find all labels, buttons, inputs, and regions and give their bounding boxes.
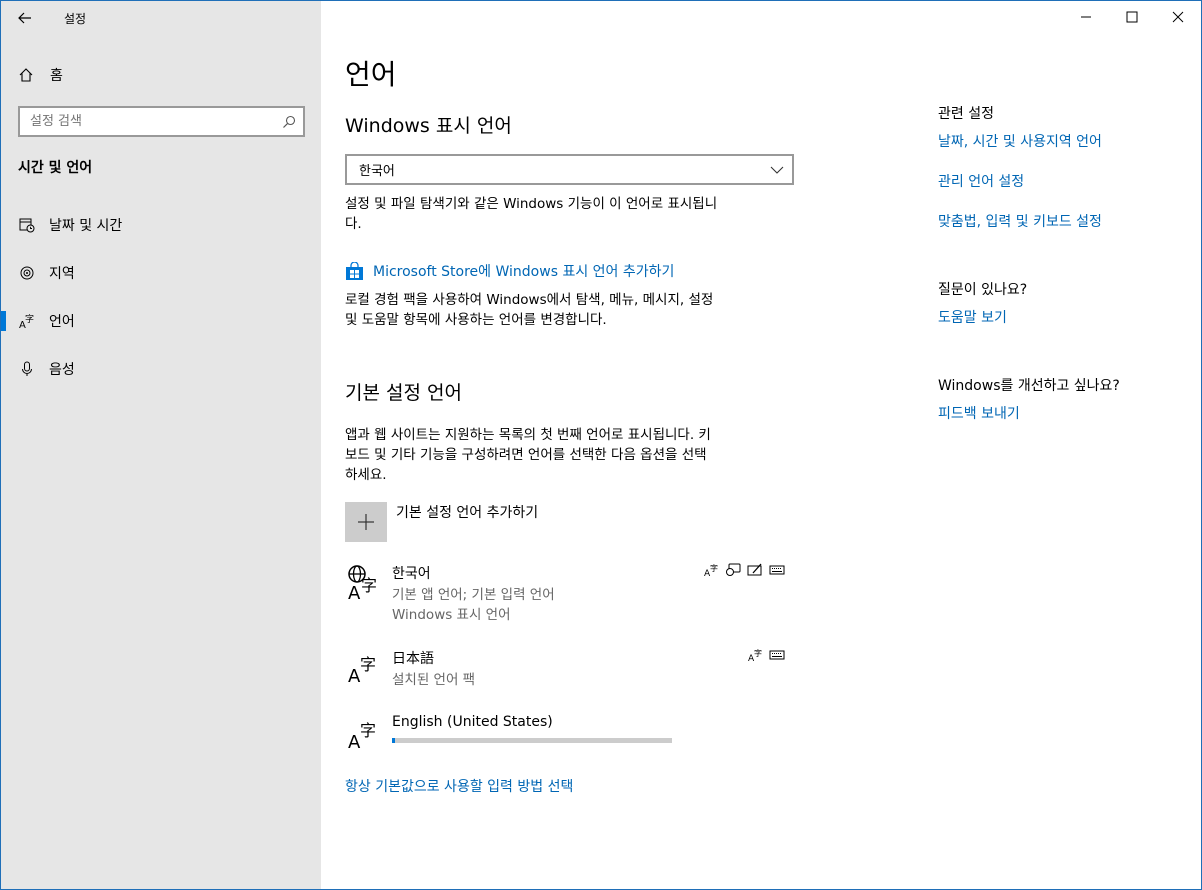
svg-text:字: 字 xyxy=(361,576,377,595)
plus-icon xyxy=(358,514,374,530)
keyboard-feature-icon xyxy=(769,650,785,660)
close-button[interactable] xyxy=(1155,1,1201,33)
sidebar: 설정 홈 시간 및 언어 날짜 및 시간 지역 A字 xyxy=(1,1,321,889)
maximize-icon xyxy=(1126,11,1138,23)
sidebar-item-label: 음성 xyxy=(49,362,75,378)
window-title: 설정 xyxy=(64,12,87,26)
settings-search-box[interactable] xyxy=(18,106,305,137)
language-name: 한국어 xyxy=(392,566,431,582)
globe-icon xyxy=(18,264,36,282)
calendar-clock-icon xyxy=(18,216,36,234)
svg-text:字: 字 xyxy=(754,648,762,658)
chevron-down-icon xyxy=(762,166,792,174)
language-item-japanese[interactable]: A 字 日本語 설치된 언어 팩 A字 xyxy=(345,648,785,692)
language-icon: A 字 xyxy=(348,721,376,752)
preferred-languages-description: 앱과 웹 사이트는 지원하는 목록의 첫 번째 언어로 표시됩니다. 키 보드 … xyxy=(345,427,711,483)
display-language-feature-icon: A字 xyxy=(748,648,762,662)
store-description: 로컬 경험 팩을 사용하여 Windows에서 탐색, 메뉴, 메시지, 설정 … xyxy=(345,292,714,328)
sidebar-section-title: 시간 및 언어 xyxy=(18,160,93,176)
svg-text:字: 字 xyxy=(360,655,376,674)
related-link-date-time-region[interactable]: 날짜, 시간 및 사용지역 언어 xyxy=(938,131,1102,151)
progress-fill xyxy=(392,738,395,743)
related-link-admin-language[interactable]: 관리 언어 설정 xyxy=(938,171,1024,191)
store-language-link[interactable]: Microsoft Store에 Windows 표시 언어 추가하기 xyxy=(345,261,674,281)
preferred-languages-heading: 기본 설정 언어 xyxy=(345,382,462,404)
home-nav-item[interactable]: 홈 xyxy=(18,63,63,87)
search-input[interactable] xyxy=(20,114,275,129)
store-link-label[interactable]: Microsoft Store에 Windows 표시 언어 추가하기 xyxy=(373,261,674,281)
page-title: 언어 xyxy=(345,58,397,91)
sidebar-item-label: 날짜 및 시간 xyxy=(49,218,123,234)
svg-text:字: 字 xyxy=(360,721,376,740)
microphone-icon xyxy=(18,360,36,378)
keyboard-feature-icon xyxy=(769,565,785,575)
svg-text:字: 字 xyxy=(710,563,718,573)
language-download-progress xyxy=(392,738,672,743)
minimize-icon xyxy=(1081,16,1091,18)
language-features: A字 xyxy=(748,648,785,662)
display-language-description: 설정 및 파일 탐색기와 같은 Windows 기능이 이 언어로 표시됩니 다… xyxy=(345,196,718,232)
minimize-button[interactable] xyxy=(1063,1,1109,33)
default-input-method-link[interactable]: 항상 기본값으로 사용할 입력 방법 선택 xyxy=(345,776,573,796)
get-help-link[interactable]: 도움말 보기 xyxy=(938,307,1007,327)
language-icon: A字 xyxy=(18,312,36,330)
language-item-english[interactable]: A 字 English (United States) xyxy=(345,714,785,754)
language-item-korean[interactable]: A 字 한국어 기본 앱 언어; 기본 입력 언어 Windows 표시 언어 … xyxy=(345,563,785,623)
dropdown-value: 한국어 xyxy=(359,164,395,179)
add-language-label[interactable]: 기본 설정 언어 추가하기 xyxy=(396,502,538,522)
language-status: 기본 앱 언어; 기본 입력 언어 xyxy=(392,587,555,603)
language-features: A字 xyxy=(704,563,785,577)
sidebar-item-region[interactable]: 지역 xyxy=(1,255,321,291)
display-language-feature-icon: A字 xyxy=(704,563,718,577)
back-arrow-icon xyxy=(18,12,31,24)
sidebar-item-label: 지역 xyxy=(49,266,75,282)
add-language-button[interactable] xyxy=(345,502,387,542)
back-button[interactable] xyxy=(11,5,39,31)
close-icon xyxy=(1172,11,1184,23)
related-settings-heading: 관련 설정 xyxy=(938,106,994,122)
svg-text:A: A xyxy=(348,583,361,601)
handwriting-feature-icon xyxy=(747,563,762,576)
language-status: 설치된 언어 팩 xyxy=(392,672,476,688)
home-icon xyxy=(19,68,33,82)
sidebar-item-speech[interactable]: 음성 xyxy=(1,351,321,387)
language-globe-icon: A 字 xyxy=(348,565,377,601)
language-status: Windows 표시 언어 xyxy=(392,607,511,623)
store-bag-icon xyxy=(346,261,363,280)
send-feedback-link[interactable]: 피드백 보내기 xyxy=(938,403,1020,423)
related-link-spelling-typing-keyboard[interactable]: 맞춤법, 입력 및 키보드 설정 xyxy=(938,211,1102,231)
question-heading: 질문이 있나요? xyxy=(938,282,1028,298)
display-language-heading: Windows 표시 언어 xyxy=(345,115,512,137)
improve-windows-heading: Windows를 개선하고 싶나요? xyxy=(938,378,1120,394)
maximize-button[interactable] xyxy=(1109,1,1155,33)
sidebar-item-label: 언어 xyxy=(49,314,75,330)
settings-window: 설정 홈 시간 및 언어 날짜 및 시간 지역 A字 xyxy=(0,0,1202,890)
display-language-dropdown[interactable]: 한국어 xyxy=(345,154,794,185)
home-label: 홈 xyxy=(50,68,63,84)
sidebar-item-date-time[interactable]: 날짜 및 시간 xyxy=(1,207,321,243)
sidebar-item-language[interactable]: A字 언어 xyxy=(1,303,321,339)
search-icon[interactable] xyxy=(275,115,303,129)
svg-text:字: 字 xyxy=(25,313,34,325)
speech-feature-icon xyxy=(726,563,741,576)
language-name: 日本語 xyxy=(392,651,434,667)
language-name: English (United States) xyxy=(392,714,553,730)
language-icon: A 字 xyxy=(348,655,376,686)
